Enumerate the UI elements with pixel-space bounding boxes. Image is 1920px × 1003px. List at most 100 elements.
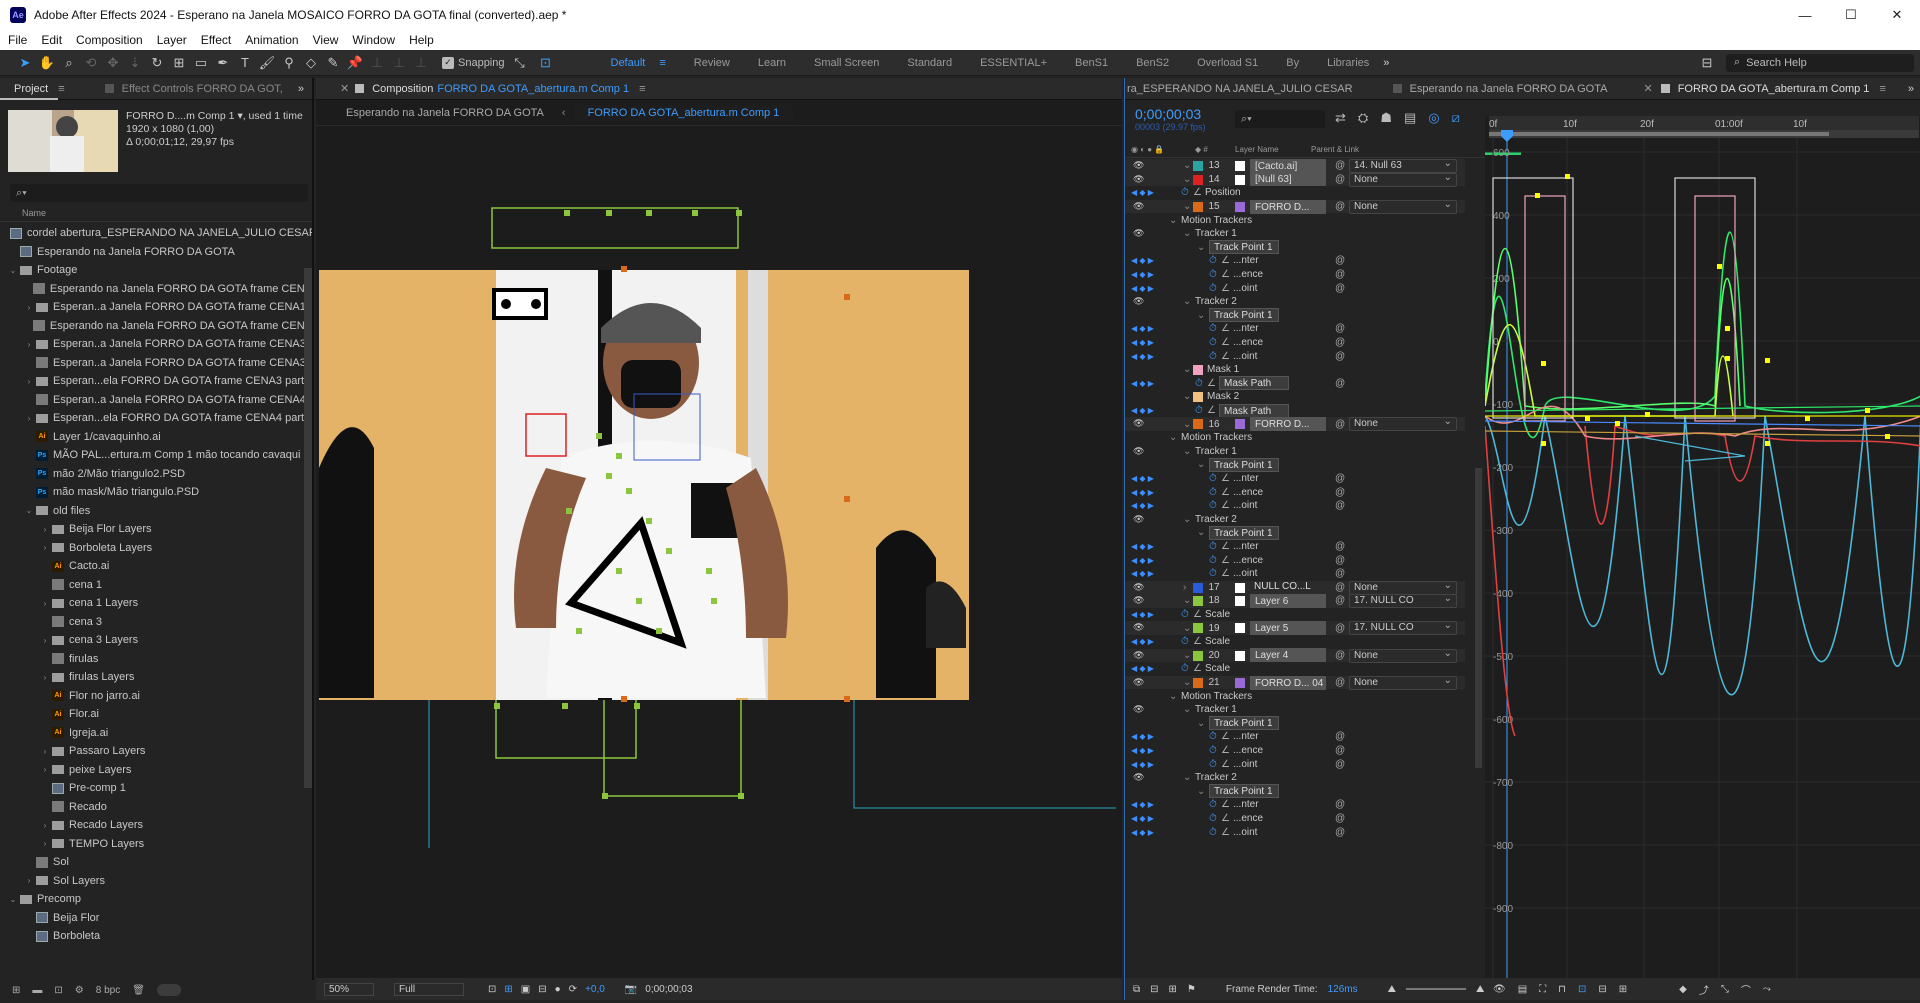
timeline-property-row[interactable]: ◀ ◆ ▶ ⏱ ∠ ...nter @: [1125, 730, 1465, 744]
project-item[interactable]: Pre-comp 1: [0, 779, 312, 798]
expand-toggle-icon[interactable]: ›: [40, 765, 50, 774]
time-zoom-slider[interactable]: [1406, 988, 1467, 990]
expand-toggle-icon[interactable]: ›: [24, 303, 34, 312]
graph-toggle-icon[interactable]: ∠: [1221, 337, 1230, 348]
menu-file[interactable]: File: [8, 33, 27, 47]
layer-name[interactable]: [Null 63]: [1250, 172, 1326, 187]
layer-scrollbar[interactable]: [1475, 468, 1482, 768]
snap-keyframes-icon[interactable]: ⊓: [1558, 984, 1566, 995]
property-name[interactable]: Track Point 1: [1209, 716, 1279, 731]
project-item[interactable]: Ai Cacto.ai: [0, 557, 312, 576]
expand-group-icon[interactable]: ⌄: [1197, 310, 1205, 321]
timeline-property-row[interactable]: ◀ ◆ ▶ ⏱ ∠ ...nter @: [1125, 472, 1465, 486]
project-item[interactable]: Sol: [0, 853, 312, 872]
graph-toggle-icon[interactable]: ∠: [1221, 731, 1230, 742]
project-item[interactable]: › Esperan...ela FORRO DA GOTA frame CENA3…: [0, 372, 312, 391]
timeline-property-row[interactable]: 👁 ⌄ Tracker 2: [1125, 295, 1465, 309]
workspace-bens2[interactable]: BenS2: [1122, 57, 1183, 69]
property-name[interactable]: ...ence: [1233, 745, 1263, 756]
timeline-property-row[interactable]: ◀ ◆ ▶ ⏱ ∠ ...oint @: [1125, 281, 1465, 295]
expand-layer-icon[interactable]: ⌄: [1183, 677, 1191, 688]
pick-whip-icon[interactable]: @: [1335, 201, 1345, 212]
project-item[interactable]: Ai Flor.ai: [0, 705, 312, 724]
project-item[interactable]: Ps mão mask/Mão triangulo.PSD: [0, 483, 312, 502]
timeline-property-row[interactable]: 👁 ⌄ Tracker 1: [1125, 703, 1465, 717]
property-name[interactable]: ...nter: [1233, 541, 1259, 552]
timeline-timecode[interactable]: 0;00;00;03: [1135, 106, 1201, 122]
reset-exposure-icon[interactable]: ⟳: [569, 984, 577, 995]
expand-toggle-icon[interactable]: ›: [24, 414, 34, 423]
expand-group-icon[interactable]: ⌄: [1197, 242, 1205, 253]
frame-blending-icon[interactable]: ▤: [1404, 110, 1416, 126]
property-name[interactable]: ...nter: [1233, 473, 1259, 484]
color-channel-icon[interactable]: ●: [555, 984, 561, 995]
viewer-menu-icon[interactable]: ≡: [639, 83, 645, 95]
expand-toggle-icon[interactable]: ›: [40, 599, 50, 608]
pick-whip-icon[interactable]: @: [1335, 555, 1345, 566]
visibility-eye-icon[interactable]: 👁: [1133, 650, 1144, 661]
keyframe-navigator-icon[interactable]: ◀ ◆ ▶: [1131, 284, 1154, 293]
visibility-eye-icon[interactable]: 👁: [1133, 595, 1144, 606]
timeline-property-row[interactable]: ◀ ◆ ▶ ⏱ ∠ Scale: [1125, 608, 1465, 622]
panel-menu-icon[interactable]: ≡: [58, 83, 64, 95]
menu-composition[interactable]: Composition: [76, 33, 143, 47]
layer-name[interactable]: FORRO D...: [1250, 417, 1326, 432]
stopwatch-icon[interactable]: ⏱: [1181, 663, 1189, 674]
property-name[interactable]: Tracker 1: [1195, 446, 1237, 457]
expand-group-icon[interactable]: ⌄: [1183, 446, 1191, 457]
graph-toggle-icon[interactable]: ∠: [1207, 405, 1216, 416]
property-name[interactable]: Track Point 1: [1209, 457, 1279, 472]
project-item[interactable]: › cena 1 Layers: [0, 594, 312, 613]
timeline-property-row[interactable]: ⌄ Track Point 1: [1125, 308, 1465, 323]
expand-toggle-icon[interactable]: ⌄: [24, 506, 34, 515]
graph-toggle-icon[interactable]: ∠: [1221, 283, 1230, 294]
expand-layer-icon[interactable]: ⌄: [1183, 174, 1191, 185]
zoom-select[interactable]: 50%: [324, 982, 374, 996]
graph-toggle-icon[interactable]: ∠: [1221, 759, 1230, 770]
expand-layer-icon[interactable]: ⌄: [1183, 650, 1191, 661]
pick-whip-icon[interactable]: @: [1335, 582, 1345, 593]
snapping-checkbox[interactable]: ✓: [442, 56, 454, 69]
parent-select[interactable]: None: [1349, 172, 1457, 187]
menu-effect[interactable]: Effect: [201, 33, 231, 47]
keyframe-navigator-icon[interactable]: ◀ ◆ ▶: [1131, 828, 1154, 837]
render-time-icon[interactable]: ⚑: [1187, 984, 1196, 995]
visibility-eye-icon[interactable]: 👁: [1133, 582, 1144, 593]
property-name[interactable]: Tracker 2: [1195, 296, 1237, 307]
workspace-small-screen[interactable]: Small Screen: [800, 57, 893, 69]
stopwatch-icon[interactable]: ⏱: [1195, 378, 1203, 389]
visibility-eye-icon[interactable]: 👁: [1133, 418, 1144, 429]
property-name[interactable]: Motion Trackers: [1181, 691, 1252, 702]
graph-toggle-icon[interactable]: ∠: [1221, 255, 1230, 266]
pick-whip-icon[interactable]: @: [1335, 174, 1345, 185]
snap-grid-icon[interactable]: ⊡: [535, 53, 557, 73]
workspace-libraries[interactable]: Libraries: [1313, 57, 1383, 69]
project-scrollbar[interactable]: [304, 268, 312, 788]
keyframe-navigator-icon[interactable]: ◀ ◆ ▶: [1131, 760, 1154, 769]
keyframe-navigator-icon[interactable]: ◀ ◆ ▶: [1131, 352, 1154, 361]
project-item[interactable]: Ai Flor no jarro.ai: [0, 687, 312, 706]
transparency-grid-icon[interactable]: ⊞: [504, 984, 512, 995]
graph-toggle-icon[interactable]: ∠: [1221, 500, 1230, 511]
keyframe-navigator-icon[interactable]: ◀ ◆ ▶: [1131, 338, 1154, 347]
workspace-overload-s1[interactable]: Overload S1: [1183, 57, 1272, 69]
menu-layer[interactable]: Layer: [157, 33, 187, 47]
menu-animation[interactable]: Animation: [245, 33, 298, 47]
graph-toggle-icon[interactable]: ∠: [1221, 541, 1230, 552]
pick-whip-icon[interactable]: @: [1335, 799, 1345, 810]
timeline-property-row[interactable]: ◀ ◆ ▶ ⏱ ∠ Scale: [1125, 662, 1465, 676]
property-name[interactable]: Tracker 2: [1195, 514, 1237, 525]
expand-layer-icon[interactable]: ⌄: [1183, 160, 1191, 171]
world-axis-icon[interactable]: ⊥: [388, 53, 410, 73]
project-item[interactable]: › Recado Layers: [0, 816, 312, 835]
workspace-bens1[interactable]: BenS1: [1061, 57, 1122, 69]
layer-name[interactable]: FORRO D...: [1250, 199, 1326, 214]
pick-whip-icon[interactable]: @: [1335, 731, 1345, 742]
expand-toggle-icon[interactable]: ⌄: [8, 266, 18, 275]
timeline-overflow-icon[interactable]: »: [1908, 83, 1914, 95]
hand-tool-icon[interactable]: ✋: [36, 53, 58, 73]
rectangle-tool-icon[interactable]: ▭: [190, 53, 212, 73]
property-name[interactable]: Track Point 1: [1209, 525, 1279, 540]
expand-toggle-icon[interactable]: ›: [40, 747, 50, 756]
brush-tool-icon[interactable]: 🖌: [256, 53, 278, 73]
